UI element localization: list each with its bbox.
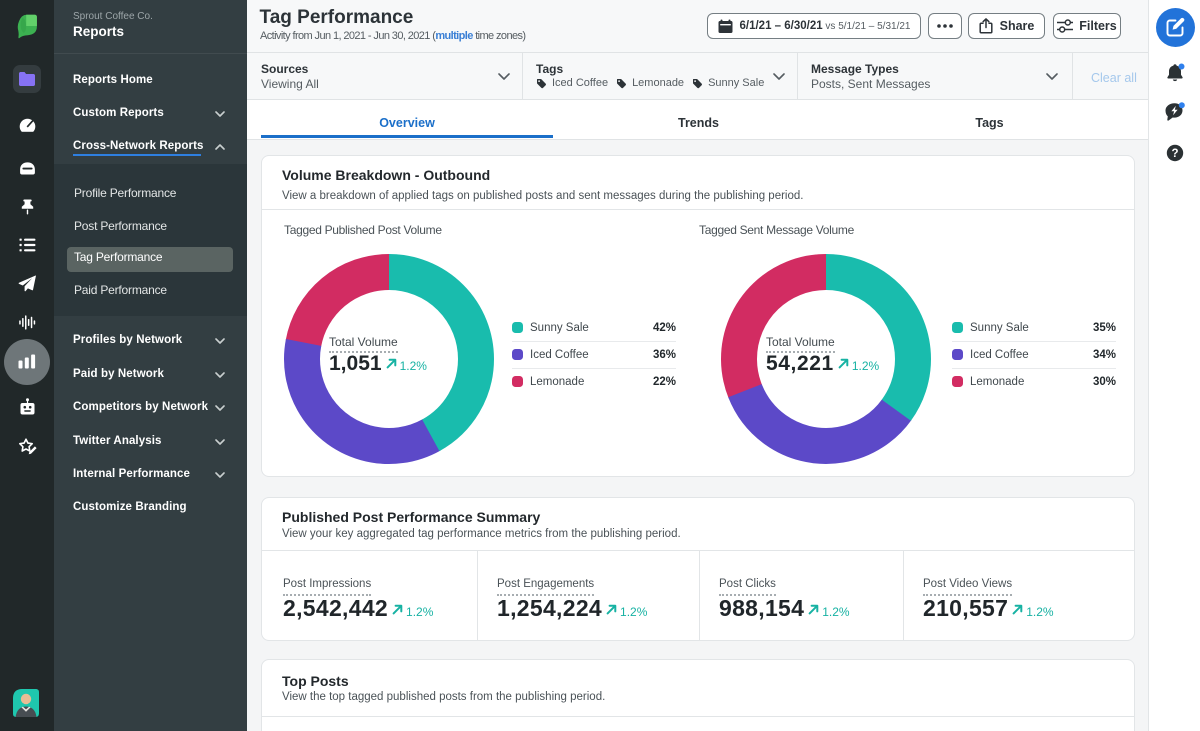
svg-text:?: ? [1171,148,1178,160]
